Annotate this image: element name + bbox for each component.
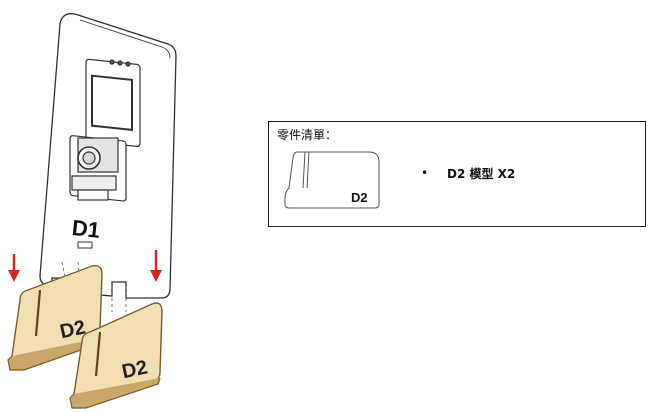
- parts-list-title: 零件清單：: [277, 128, 338, 142]
- screen-module: [85, 58, 141, 148]
- parts-list-box: 零件清單： D2 • D2 模型 X2: [268, 121, 646, 227]
- d2-part-icon: [284, 151, 380, 209]
- parts-list-item: D2 模型 X2: [447, 167, 516, 181]
- d1-label: D1: [71, 215, 102, 243]
- assembly-illustration: D1 D2 D2: [7, 13, 177, 409]
- button-module: [69, 135, 127, 202]
- d2-part-icon-label: D2: [351, 190, 368, 205]
- list-bullet: •: [421, 166, 429, 180]
- arrow-left: [8, 254, 20, 282]
